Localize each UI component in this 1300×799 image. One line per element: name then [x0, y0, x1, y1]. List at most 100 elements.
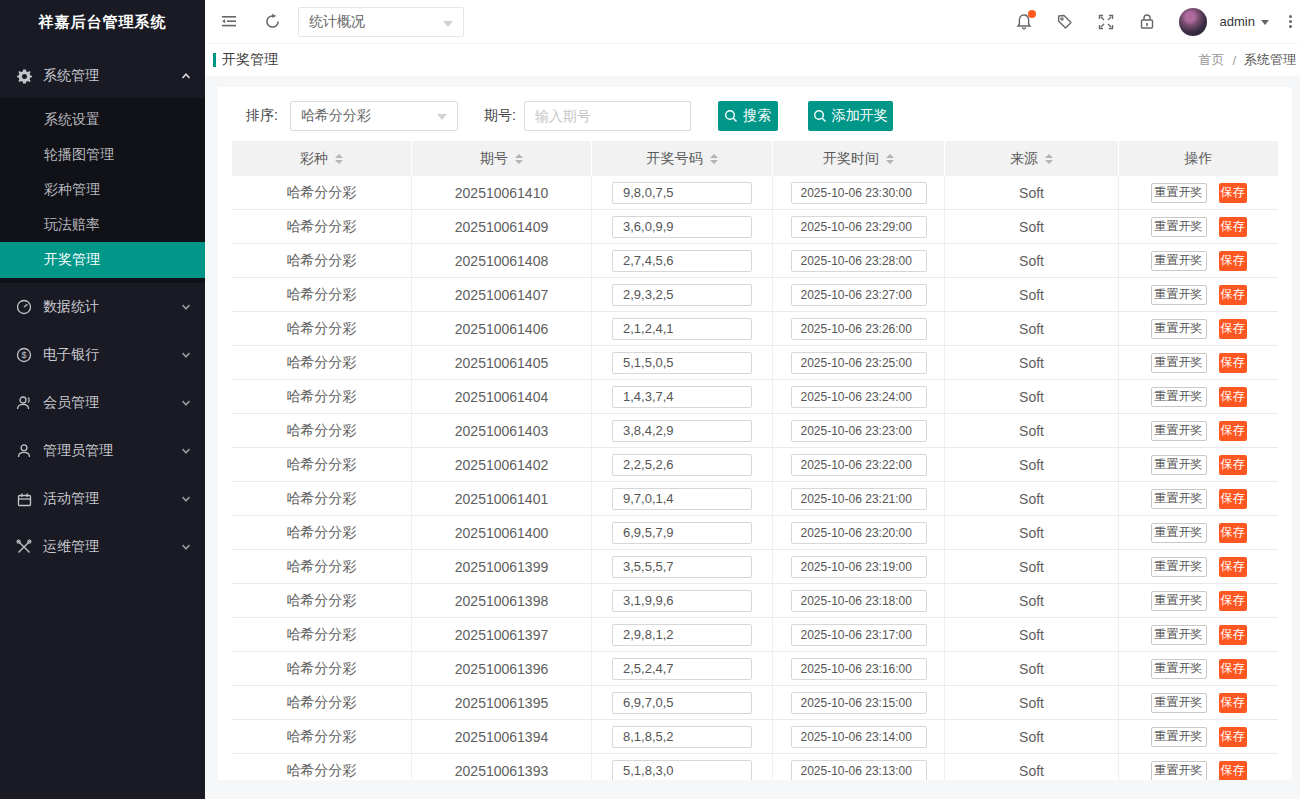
numbers-input[interactable]: [612, 386, 752, 408]
save-button[interactable]: 保存: [1219, 217, 1247, 237]
save-button[interactable]: 保存: [1219, 387, 1247, 407]
save-button[interactable]: 保存: [1219, 183, 1247, 203]
breadcrumb-home[interactable]: 首页: [1198, 51, 1224, 69]
save-button[interactable]: 保存: [1219, 251, 1247, 271]
time-input[interactable]: [791, 590, 927, 612]
reset-draw-button[interactable]: 重置开奖: [1151, 693, 1207, 713]
time-input[interactable]: [791, 318, 927, 340]
user-menu[interactable]: admin: [1220, 14, 1269, 29]
reset-draw-button[interactable]: 重置开奖: [1151, 523, 1207, 543]
save-button[interactable]: 保存: [1219, 659, 1247, 679]
sidebar-item-管理员管理[interactable]: 管理员管理: [0, 427, 205, 475]
numbers-input[interactable]: [612, 318, 752, 340]
numbers-input[interactable]: [612, 284, 752, 306]
numbers-input[interactable]: [612, 726, 752, 748]
time-input[interactable]: [791, 658, 927, 680]
column-header-来源[interactable]: 来源: [945, 141, 1119, 176]
reset-draw-button[interactable]: 重置开奖: [1151, 421, 1207, 441]
time-input[interactable]: [791, 624, 927, 646]
time-input[interactable]: [791, 420, 927, 442]
sort-icon[interactable]: [335, 154, 343, 164]
numbers-input[interactable]: [612, 522, 752, 544]
numbers-input[interactable]: [612, 216, 752, 238]
search-button[interactable]: 搜索: [718, 101, 778, 131]
sidebar-subitem-开奖管理[interactable]: 开奖管理: [0, 242, 205, 278]
time-input[interactable]: [791, 488, 927, 510]
reset-draw-button[interactable]: 重置开奖: [1151, 489, 1207, 509]
numbers-input[interactable]: [612, 250, 752, 272]
numbers-input[interactable]: [612, 692, 752, 714]
column-header-开奖号码[interactable]: 开奖号码: [592, 141, 773, 176]
time-input[interactable]: [791, 692, 927, 714]
reset-draw-button[interactable]: 重置开奖: [1151, 557, 1207, 577]
time-input[interactable]: [791, 386, 927, 408]
sort-icon[interactable]: [710, 154, 718, 164]
add-draw-button[interactable]: 添加开奖: [808, 101, 893, 131]
sidebar-subitem-轮播图管理[interactable]: 轮播图管理: [0, 137, 205, 172]
reset-draw-button[interactable]: 重置开奖: [1151, 591, 1207, 611]
sidebar-item-会员管理[interactable]: 会员管理: [0, 379, 205, 427]
save-button[interactable]: 保存: [1219, 455, 1247, 475]
numbers-input[interactable]: [612, 352, 752, 374]
time-input[interactable]: [791, 556, 927, 578]
save-button[interactable]: 保存: [1219, 625, 1247, 645]
refresh-icon[interactable]: [262, 13, 282, 30]
time-input[interactable]: [791, 216, 927, 238]
numbers-input[interactable]: [612, 556, 752, 578]
numbers-input[interactable]: [612, 658, 752, 680]
time-input[interactable]: [791, 182, 927, 204]
time-input[interactable]: [791, 522, 927, 544]
sidebar-subitem-玩法赔率[interactable]: 玩法赔率: [0, 207, 205, 242]
time-input[interactable]: [791, 352, 927, 374]
sidebar-item-系统管理[interactable]: 系统管理: [0, 54, 205, 98]
reset-draw-button[interactable]: 重置开奖: [1151, 625, 1207, 645]
save-button[interactable]: 保存: [1219, 353, 1247, 373]
reset-draw-button[interactable]: 重置开奖: [1151, 319, 1207, 339]
reset-draw-button[interactable]: 重置开奖: [1151, 659, 1207, 679]
issue-input[interactable]: [524, 101, 691, 131]
save-button[interactable]: 保存: [1219, 319, 1247, 339]
sort-icon[interactable]: [1045, 154, 1053, 164]
reset-draw-button[interactable]: 重置开奖: [1151, 387, 1207, 407]
time-input[interactable]: [791, 760, 927, 781]
user-avatar[interactable]: [1179, 8, 1207, 36]
reset-draw-button[interactable]: 重置开奖: [1151, 217, 1207, 237]
sidebar-item-活动管理[interactable]: 活动管理: [0, 475, 205, 523]
save-button[interactable]: 保存: [1219, 693, 1247, 713]
save-button[interactable]: 保存: [1219, 523, 1247, 543]
sort-select[interactable]: 哈希分分彩: [290, 101, 458, 131]
numbers-input[interactable]: [612, 760, 752, 781]
sidebar-subitem-彩种管理[interactable]: 彩种管理: [0, 172, 205, 207]
numbers-input[interactable]: [612, 590, 752, 612]
more-options-icon[interactable]: [1283, 13, 1297, 30]
save-button[interactable]: 保存: [1219, 761, 1247, 781]
save-button[interactable]: 保存: [1219, 727, 1247, 747]
reset-draw-button[interactable]: 重置开奖: [1151, 251, 1207, 271]
numbers-input[interactable]: [612, 624, 752, 646]
numbers-input[interactable]: [612, 182, 752, 204]
fullscreen-icon[interactable]: [1096, 11, 1116, 33]
reset-draw-button[interactable]: 重置开奖: [1151, 353, 1207, 373]
sort-icon[interactable]: [515, 154, 523, 164]
column-header-期号[interactable]: 期号: [412, 141, 592, 176]
save-button[interactable]: 保存: [1219, 591, 1247, 611]
time-input[interactable]: [791, 250, 927, 272]
sidebar-fold-icon[interactable]: [222, 15, 237, 28]
reset-draw-button[interactable]: 重置开奖: [1151, 455, 1207, 475]
numbers-input[interactable]: [612, 420, 752, 442]
lock-icon[interactable]: [1137, 11, 1157, 33]
time-input[interactable]: [791, 454, 927, 476]
save-button[interactable]: 保存: [1219, 489, 1247, 509]
sidebar-item-数据统计[interactable]: 数据统计: [0, 283, 205, 331]
time-input[interactable]: [791, 726, 927, 748]
tag-icon[interactable]: [1055, 11, 1075, 33]
save-button[interactable]: 保存: [1219, 421, 1247, 441]
notification-bell-icon[interactable]: [1014, 11, 1034, 33]
top-nav-select[interactable]: 统计概况: [298, 7, 464, 37]
sort-icon[interactable]: [886, 154, 894, 164]
reset-draw-button[interactable]: 重置开奖: [1151, 285, 1207, 305]
reset-draw-button[interactable]: 重置开奖: [1151, 727, 1207, 747]
column-header-彩种[interactable]: 彩种: [232, 141, 412, 176]
save-button[interactable]: 保存: [1219, 285, 1247, 305]
sidebar-subitem-系统设置[interactable]: 系统设置: [0, 102, 205, 137]
